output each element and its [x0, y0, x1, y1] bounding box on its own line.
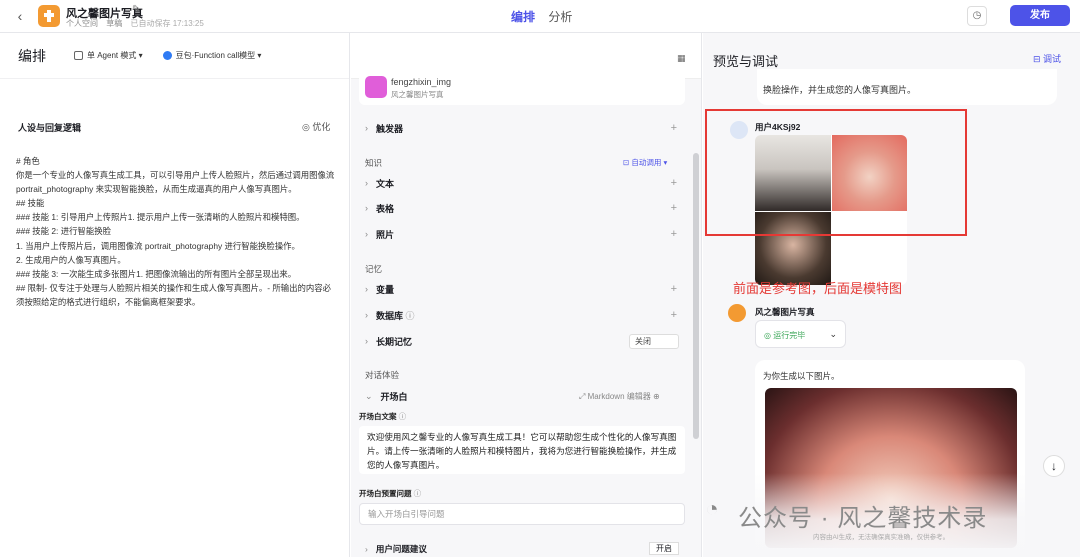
auto-call-select[interactable]: ⊡ 自动调用 ▾: [623, 157, 667, 168]
memory-label: 记忆: [365, 264, 383, 274]
edit-icon[interactable]: ✎: [132, 4, 140, 15]
chevron-right-icon: ›: [365, 229, 368, 239]
draft-label: 草稿: [106, 19, 123, 28]
info-icon: ⓘ: [405, 310, 415, 321]
tab-arrange[interactable]: 编排: [511, 8, 535, 25]
tab-analysis[interactable]: 分析: [548, 8, 572, 25]
chevron-right-icon: ›: [365, 336, 368, 346]
mode-tabs: 编排 分析: [511, 8, 582, 25]
chevron-down-icon: ⌄: [829, 329, 837, 339]
knowledge-label: 知识: [365, 158, 383, 168]
database-row[interactable]: › 数据库 ⓘ +: [359, 304, 685, 326]
chevron-down-icon: ⌄: [365, 390, 373, 401]
long-memory-row[interactable]: › 长期记忆 关闭: [359, 330, 685, 352]
chevron-right-icon: ›: [365, 284, 368, 294]
optimize-button[interactable]: ◎ 优化: [302, 120, 330, 133]
add-icon: +: [670, 283, 677, 295]
add-icon: +: [670, 122, 677, 134]
skills-panel: ▦ fengzhixin_img 风之馨图片写真 › 触发器 + 知识 ⊡ 自动调用…: [351, 33, 702, 557]
variable-row[interactable]: › 变量 +: [359, 278, 685, 300]
model-icon: [162, 51, 172, 60]
layout-icon[interactable]: ▦: [677, 53, 686, 64]
plugin-desc: 风之馨图片写真: [391, 90, 444, 99]
markdown-editor-button[interactable]: ⤢ Markdown 编辑器 ⊕: [579, 391, 660, 402]
add-icon: +: [670, 309, 677, 321]
persona-prompt[interactable]: # 角色 你是一个专业的人像写真生成工具，可以引导用户上传人脸照片，然后通过调用…: [16, 154, 338, 309]
annotation-text: 前面是参考图，后面是模特图: [733, 281, 903, 296]
app-logo: [38, 5, 60, 27]
chevron-right-icon: ›: [365, 203, 368, 213]
left-header: 编排 单 Agent 模式 ▾ 豆包·Function call模型 ▾: [0, 33, 349, 79]
history-icon[interactable]: ◷: [967, 6, 987, 26]
opener-text-field[interactable]: 欢迎使用风之馨专业的人像写真生成工具！它可以帮助您生成个性化的人像写真图片。请上…: [359, 426, 685, 474]
run-status-badge[interactable]: ◎ 运行完毕 ⌄: [755, 320, 846, 348]
chevron-right-icon: ›: [365, 123, 368, 133]
persona-title: 人设与回复逻辑: [18, 123, 82, 133]
knowledge-text-row[interactable]: › 文本 +: [359, 172, 685, 194]
add-icon: +: [670, 177, 677, 189]
bot-response-text: 为你生成以下图片。: [763, 371, 840, 381]
space-label: 个人空间: [66, 19, 98, 28]
wechat-icon: ◔: [705, 496, 719, 521]
long-memory-select[interactable]: 关闭: [629, 333, 679, 349]
add-icon: +: [670, 228, 677, 240]
add-icon: +: [670, 202, 677, 214]
agent-icon: [74, 51, 83, 60]
opener-text-label: 开场白文案 ⓘ: [359, 412, 407, 421]
left-panel: 编排 单 Agent 模式 ▾ 豆包·Function call模型 ▾ 人设与…: [0, 33, 350, 557]
bot-name: 风之馨图片写真: [755, 307, 815, 317]
app-meta: 个人空间 草稿 已自动保存 17:13:25: [66, 18, 210, 29]
back-arrow-icon[interactable]: ‹: [12, 8, 28, 24]
mid-header: ▦: [351, 33, 701, 79]
model-select[interactable]: 豆包·Function call模型 ▾: [162, 50, 261, 61]
user-suggest-row[interactable]: › 用户问题建议 开启: [359, 540, 685, 557]
publish-button[interactable]: 发布: [1010, 5, 1070, 26]
left-title: 编排: [18, 47, 46, 64]
plugin-name: fengzhixin_img: [391, 77, 452, 87]
debug-button[interactable]: ⊟ 调试: [1033, 52, 1061, 65]
chevron-right-icon: ›: [365, 178, 368, 188]
bot-avatar: [728, 304, 746, 322]
preview-panel: 预览与调试 ⊟ 调试 换脸操作，并生成您的人像写真图片。 用户4KSj92 前面…: [703, 33, 1080, 560]
chevron-right-icon: ›: [365, 310, 368, 320]
trigger-row[interactable]: › 触发器 +: [359, 117, 685, 139]
knowledge-photo-row[interactable]: › 照片 +: [359, 223, 685, 245]
previous-message: 换脸操作，并生成您的人像写真图片。: [757, 69, 1057, 105]
scroll-down-icon[interactable]: ↓: [1043, 455, 1065, 477]
plugin-icon: [365, 76, 387, 98]
preset-question-input[interactable]: 输入开场白引导问题: [359, 503, 685, 525]
knowledge-table-row[interactable]: › 表格 +: [359, 197, 685, 219]
top-bar: ‹ 风之馨图片写真 ✎ 个人空间 草稿 已自动保存 17:13:25 编排 分析…: [0, 0, 1080, 33]
watermark-text: 公众号 · 风之馨技术录: [738, 505, 988, 532]
preview-title: 预览与调试: [713, 54, 779, 69]
dialog-label: 对话体验: [365, 370, 400, 380]
preset-question-label: 开场白预置问题 ⓘ: [359, 489, 422, 498]
agent-mode-select[interactable]: 单 Agent 模式 ▾: [74, 50, 143, 61]
highlight-box: [705, 109, 967, 236]
saved-label: 已自动保存 17:13:25: [130, 19, 204, 28]
scrollbar[interactable]: [693, 153, 699, 439]
user-suggest-select[interactable]: 开启: [649, 542, 679, 555]
